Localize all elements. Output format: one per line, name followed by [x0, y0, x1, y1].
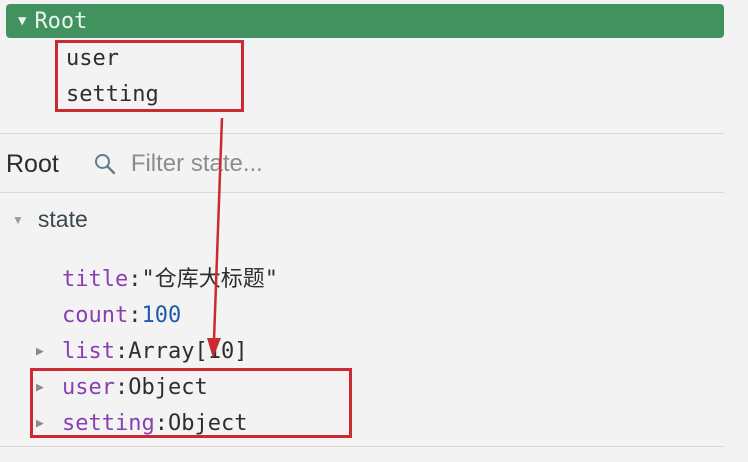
- state-prop-row[interactable]: ▶ list: Array[10]: [36, 334, 278, 370]
- prop-colon: :: [128, 303, 142, 328]
- triangle-down-icon[interactable]: ▼: [18, 14, 26, 28]
- prop-colon: :: [114, 339, 129, 364]
- prop-value: Object: [128, 375, 208, 400]
- prop-key: title: [62, 267, 129, 292]
- module-list: user setting: [66, 42, 159, 114]
- prop-colon: :: [114, 375, 129, 400]
- state-header: Root: [0, 136, 724, 192]
- divider: [0, 446, 724, 447]
- module-tree-root[interactable]: ▼ Root: [6, 4, 724, 38]
- state-panel-title: Root: [6, 149, 59, 178]
- filter-state[interactable]: [93, 144, 431, 184]
- devtools-vuex-panel: ▼ Root user setting Root ▼ state title: …: [0, 0, 748, 462]
- state-prop-row[interactable]: ▶ setting: Object: [36, 406, 278, 442]
- module-tree-root-label: Root: [34, 8, 88, 34]
- prop-colon: :: [154, 411, 168, 436]
- module-item-user[interactable]: user: [66, 42, 159, 78]
- divider: [0, 192, 724, 193]
- triangle-down-icon[interactable]: ▼: [12, 213, 24, 227]
- triangle-right-icon[interactable]: ▶: [36, 334, 62, 370]
- state-prop-row: title: "仓库大标题": [36, 262, 278, 298]
- state-prop-row[interactable]: ▶ user: Object: [36, 370, 278, 406]
- state-section-label: state: [37, 206, 88, 232]
- prop-value: Array[10]: [128, 339, 248, 364]
- state-prop-row: count: 100: [36, 298, 278, 334]
- filter-state-input[interactable]: [130, 150, 431, 178]
- prop-key: setting: [62, 411, 155, 436]
- prop-value: 100: [141, 303, 182, 328]
- triangle-right-icon[interactable]: ▶: [36, 370, 62, 406]
- divider: [0, 133, 724, 134]
- state-section-header[interactable]: ▼ state: [12, 206, 88, 233]
- prop-value: Object: [167, 411, 248, 436]
- prop-key: user: [62, 375, 115, 400]
- prop-key: count: [62, 303, 129, 328]
- prop-value: "仓库大标题": [141, 267, 278, 292]
- triangle-right-icon[interactable]: ▶: [36, 406, 62, 442]
- prop-key: list: [62, 339, 115, 364]
- state-props: title: "仓库大标题" count: 100 ▶ list: Array[…: [36, 262, 278, 442]
- search-icon: [94, 154, 116, 175]
- prop-colon: :: [128, 267, 142, 292]
- module-item-setting[interactable]: setting: [66, 78, 159, 114]
